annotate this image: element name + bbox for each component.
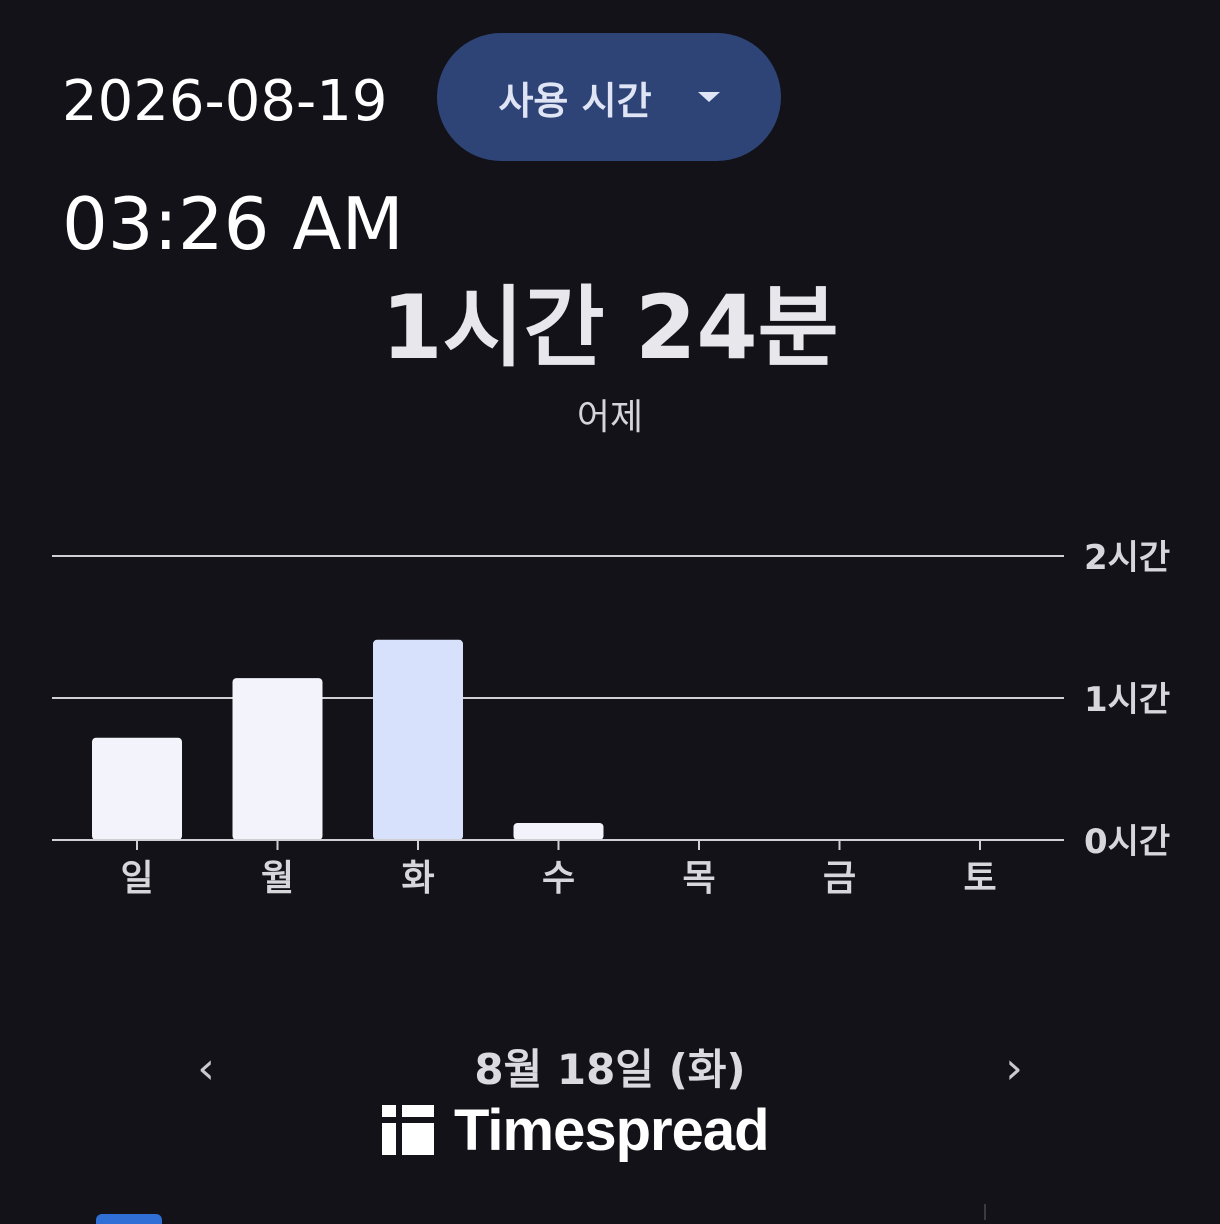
x-tick-label: 토 [963, 858, 996, 899]
time-display: 03:26 AM [62, 182, 404, 266]
bar-2[interactable] [373, 639, 463, 840]
date-display: 2026-08-19 [62, 69, 388, 134]
y-tick-label: 1시간 [1084, 680, 1170, 720]
weekly-usage-chart: 0시간 1시간 2시간일 월 화 수 목 금 토 [52, 538, 1170, 899]
app-icon [96, 1214, 162, 1224]
y-tick-label: 0시간 [1084, 822, 1170, 862]
bar-3[interactable] [513, 822, 604, 840]
total-usage-time: 1시간 24분 [381, 276, 839, 379]
metric-dropdown[interactable]: 사용 시간 [437, 33, 781, 161]
x-tick-label: 목 [682, 858, 715, 899]
divider [984, 1204, 986, 1220]
y-tick-label: 2시간 [1084, 538, 1170, 578]
selected-date-label: 8월 18일 (화) [474, 1045, 746, 1094]
bar-0[interactable] [92, 737, 182, 840]
brand-name: Timespread [454, 1097, 770, 1163]
bar-1[interactable] [232, 678, 323, 840]
period-label: 어제 [576, 397, 644, 438]
brand-watermark: Timespread [382, 1097, 770, 1163]
metric-dropdown-label: 사용 시간 [498, 78, 652, 123]
next-day-button[interactable]: › [994, 1040, 1034, 1096]
timespread-logo-icon [382, 1105, 434, 1155]
x-tick-label: 월 [261, 858, 294, 899]
x-tick-label: 금 [823, 858, 856, 899]
x-tick-label: 수 [542, 858, 575, 899]
caret-down-icon [697, 92, 720, 102]
x-tick-label: 화 [401, 858, 434, 899]
x-tick-label: 일 [120, 858, 153, 899]
